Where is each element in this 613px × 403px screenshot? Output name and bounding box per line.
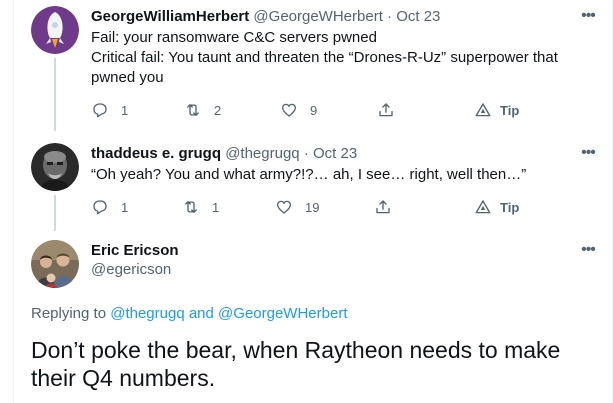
reply-icon bbox=[93, 103, 107, 118]
like-count: 19 bbox=[305, 199, 320, 215]
separator-dot: · bbox=[387, 8, 393, 25]
tip-button[interactable]: Tip bbox=[474, 100, 519, 120]
tweet-text-line: “Oh yeah? You and what army?!?… ah, I se… bbox=[91, 166, 527, 183]
avatar-grugq[interactable] bbox=[31, 143, 79, 191]
thread-line bbox=[54, 195, 56, 231]
thread-line bbox=[54, 58, 56, 131]
tip-label: Tip bbox=[500, 102, 520, 118]
retweet-icon bbox=[185, 201, 197, 213]
tweet-thread: GeorgeWilliamHerbert @GeorgeWHerbert · O… bbox=[13, 0, 613, 403]
reply-icon bbox=[93, 200, 107, 215]
author-handle[interactable]: @GeorgeWHerbert bbox=[253, 8, 382, 25]
tweet-actions: 1 2 9 Tip bbox=[91, 100, 531, 120]
retweet-count: 2 bbox=[214, 102, 222, 118]
tweet-text-line: Critical fail: You taunt and threaten th… bbox=[91, 49, 558, 66]
author-name[interactable]: GeorgeWilliamHerbert bbox=[91, 8, 249, 25]
author-handle[interactable]: @thegrugq bbox=[225, 145, 299, 162]
reply-count: 1 bbox=[121, 102, 129, 118]
main-tweet: Eric Ericson @egericson ••• Replying to … bbox=[14, 240, 612, 403]
more-icon[interactable]: ••• bbox=[578, 145, 598, 161]
tip-label: Tip bbox=[500, 199, 520, 215]
reply-user-link[interactable]: @GeorgeWHerbert bbox=[218, 305, 347, 322]
replying-and: and bbox=[188, 305, 214, 322]
tweet-date[interactable]: Oct 23 bbox=[396, 8, 440, 25]
tweet-actions: 1 1 19 Tip bbox=[91, 197, 531, 217]
tweet-text: Fail: your ransomware C&C servers pwned … bbox=[91, 28, 558, 88]
more-icon[interactable]: ••• bbox=[578, 242, 598, 258]
reply-button[interactable]: 1 bbox=[91, 100, 128, 120]
like-icon bbox=[281, 103, 297, 117]
tweet-date[interactable]: Oct 23 bbox=[313, 145, 357, 162]
like-button[interactable]: 9 bbox=[280, 100, 317, 120]
main-tweet-text: Don’t poke the bear, when Raytheon needs… bbox=[31, 336, 591, 392]
tip-icon bbox=[475, 200, 491, 214]
reply-button[interactable]: 1 bbox=[91, 197, 128, 217]
replying-to: Replying to @thegrugq and @GeorgeWHerber… bbox=[31, 305, 347, 322]
share-button[interactable] bbox=[374, 197, 392, 217]
tweet-header: thaddeus e. grugq @thegrugq · Oct 23 bbox=[91, 145, 357, 162]
reply-user-link[interactable]: @thegrugq bbox=[110, 305, 184, 322]
separator-dot: · bbox=[303, 145, 309, 162]
share-icon bbox=[376, 200, 390, 214]
author-handle[interactable]: @egericson bbox=[91, 261, 179, 278]
tweet-text: “Oh yeah? You and what army?!?… ah, I se… bbox=[91, 165, 526, 185]
tip-button[interactable]: Tip bbox=[474, 197, 519, 217]
main-tweet-line: their Q4 numbers. bbox=[31, 365, 216, 391]
like-button[interactable]: 19 bbox=[275, 197, 319, 217]
share-icon bbox=[379, 103, 393, 117]
retweet-count: 1 bbox=[212, 199, 220, 215]
retweet-icon bbox=[187, 104, 199, 116]
share-button[interactable] bbox=[377, 100, 395, 120]
main-tweet-line: Don’t poke the bear, when Raytheon needs… bbox=[31, 337, 561, 363]
retweet-button[interactable]: 2 bbox=[184, 100, 221, 120]
like-count: 9 bbox=[310, 102, 318, 118]
avatar-george[interactable] bbox=[31, 6, 79, 54]
tweet-header: GeorgeWilliamHerbert @GeorgeWHerbert · O… bbox=[91, 8, 440, 25]
more-icon[interactable]: ••• bbox=[578, 8, 598, 24]
like-icon bbox=[276, 200, 292, 214]
author-name[interactable]: Eric Ericson bbox=[91, 242, 179, 259]
tip-icon bbox=[475, 103, 491, 117]
avatar-eric[interactable] bbox=[31, 240, 79, 288]
reply-count: 1 bbox=[121, 199, 129, 215]
replying-to-label: Replying to bbox=[31, 305, 107, 322]
author-name[interactable]: thaddeus e. grugq bbox=[91, 145, 221, 162]
tweet-header: Eric Ericson @egericson bbox=[91, 242, 179, 278]
tweet-text-line: pwned you bbox=[91, 69, 164, 86]
tweet-grugq[interactable]: thaddeus e. grugq @thegrugq · Oct 23 •••… bbox=[14, 143, 612, 231]
retweet-button[interactable]: 1 bbox=[182, 197, 219, 217]
tweet-george[interactable]: GeorgeWilliamHerbert @GeorgeWHerbert · O… bbox=[14, 6, 612, 131]
tweet-text-line: Fail: your ransomware C&C servers pwned bbox=[91, 29, 377, 46]
